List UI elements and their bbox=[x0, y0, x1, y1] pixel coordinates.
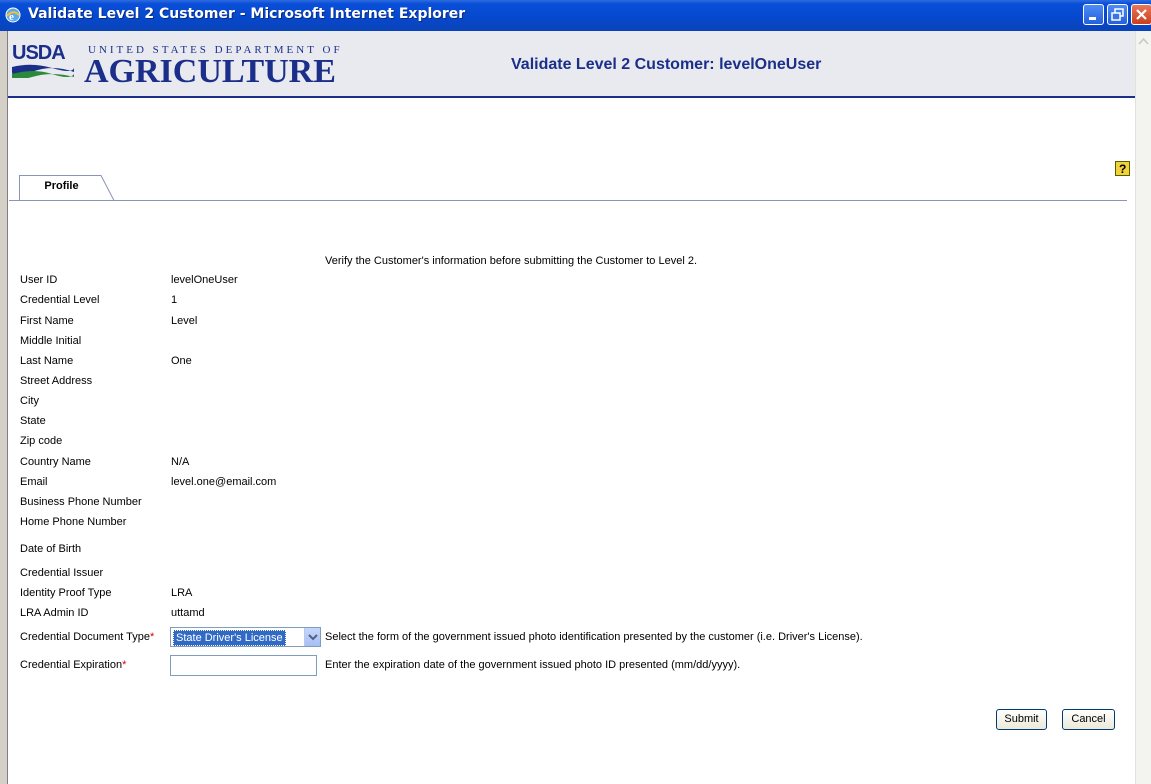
field-label: Business Phone Number bbox=[20, 496, 142, 508]
logo-agriculture-text: AGRICULTURE bbox=[84, 53, 336, 90]
credential-document-type-hint: Select the form of the government issued… bbox=[325, 631, 863, 643]
page-title: Validate Level 2 Customer: levelOneUser bbox=[511, 56, 822, 73]
field-value: 1 bbox=[171, 294, 178, 306]
intro-text: Verify the Customer's information before… bbox=[325, 255, 697, 267]
minimize-button[interactable] bbox=[1083, 4, 1104, 25]
usda-logo[interactable]: USDA UNITED STATES DEPARTMENT OF AGRICUL… bbox=[12, 42, 340, 90]
restore-button[interactable] bbox=[1107, 4, 1128, 25]
credential-document-type-select[interactable]: State Driver's License bbox=[170, 627, 321, 647]
credential-expiration-hint: Enter the expiration date of the governm… bbox=[325, 659, 741, 671]
tab-divider bbox=[9, 200, 1127, 201]
field-value: uttamd bbox=[171, 607, 205, 619]
field-label: Zip code bbox=[20, 435, 63, 447]
tab-profile-label: Profile bbox=[44, 180, 79, 192]
field-label: Street Address bbox=[20, 375, 93, 387]
field-label: Date of Birth bbox=[20, 543, 82, 555]
field-label: Credential Issuer bbox=[20, 567, 104, 579]
cancel-button[interactable]: Cancel bbox=[1062, 709, 1115, 730]
field-label: State bbox=[20, 415, 46, 427]
selected-option: State Driver's License bbox=[173, 630, 286, 646]
chevron-down-icon bbox=[308, 634, 318, 641]
field-label: Home Phone Number bbox=[20, 516, 127, 528]
field-value: LRA bbox=[171, 587, 193, 599]
svg-text:e: e bbox=[9, 11, 14, 23]
svg-text:?: ? bbox=[1119, 162, 1126, 176]
ie-icon: e bbox=[5, 7, 21, 23]
credential-expiration-input[interactable] bbox=[170, 655, 317, 676]
logo-stripe-icon bbox=[12, 64, 74, 78]
vertical-scrollbar[interactable] bbox=[1135, 31, 1151, 784]
restore-icon bbox=[1111, 8, 1124, 21]
field-label: Middle Initial bbox=[20, 335, 82, 347]
field-label: Last Name bbox=[20, 355, 74, 367]
field-label: First Name bbox=[20, 315, 74, 327]
required-marker: * bbox=[150, 631, 155, 643]
field-label: User ID bbox=[20, 274, 58, 286]
credential-expiration-label-text: Credential Expiration bbox=[20, 659, 123, 671]
window-left-border bbox=[0, 31, 8, 784]
required-marker: * bbox=[122, 659, 127, 671]
minimize-icon bbox=[1089, 17, 1096, 20]
scroll-up-icon[interactable] bbox=[1137, 34, 1150, 50]
help-icon[interactable]: ? bbox=[1115, 161, 1130, 176]
close-button[interactable] bbox=[1131, 4, 1151, 25]
field-value: level.one@email.com bbox=[171, 476, 277, 488]
field-label: Identity Proof Type bbox=[20, 587, 112, 599]
dropdown-button[interactable] bbox=[304, 628, 320, 646]
credential-document-type-label: Credential Document Type* bbox=[20, 631, 154, 643]
field-value: N/A bbox=[171, 456, 190, 468]
submit-button[interactable]: Submit bbox=[996, 709, 1047, 730]
credential-expiration-label: Credential Expiration* bbox=[20, 659, 126, 671]
field-value: One bbox=[171, 355, 192, 367]
close-icon bbox=[1136, 9, 1147, 20]
field-label: Credential Level bbox=[20, 294, 100, 306]
field-label: City bbox=[20, 395, 39, 407]
field-label: LRA Admin ID bbox=[20, 607, 89, 619]
window-title: Validate Level 2 Customer - Microsoft In… bbox=[28, 6, 466, 22]
site-header: USDA UNITED STATES DEPARTMENT OF AGRICUL… bbox=[8, 31, 1135, 98]
field-label: Email bbox=[20, 476, 48, 488]
field-value: levelOneUser bbox=[171, 274, 238, 286]
credential-document-type-label-text: Credential Document Type bbox=[20, 631, 151, 643]
logo-usda-text: USDA bbox=[12, 42, 66, 64]
tab-profile[interactable]: Profile bbox=[19, 175, 115, 201]
field-label: Country Name bbox=[20, 456, 91, 468]
window-title-bar[interactable]: e Validate Level 2 Customer - Microsoft … bbox=[0, 0, 1151, 31]
field-value: Level bbox=[171, 315, 198, 327]
